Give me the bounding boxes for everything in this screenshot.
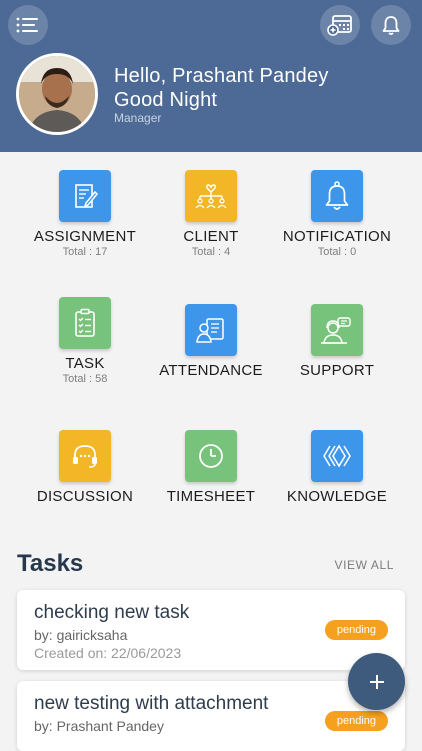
client-network-icon bbox=[195, 184, 227, 209]
task-created-date: Created on: 22/06/2023 bbox=[34, 645, 182, 661]
module-assignment[interactable]: ASSIGNMENT Total : 17 bbox=[22, 170, 148, 258]
support-agent-icon bbox=[321, 317, 351, 344]
clipboard-checklist-icon bbox=[75, 308, 95, 337]
module-knowledge[interactable]: KNOWLEDGE bbox=[274, 430, 400, 505]
tasks-section-title: Tasks bbox=[17, 550, 84, 577]
module-task[interactable]: TASK Total : 58 bbox=[22, 297, 148, 385]
greeting-text: Hello, Prashant Pandey bbox=[114, 65, 329, 87]
module-knowledge-label: KNOWLEDGE bbox=[286, 488, 388, 505]
knowledge-chevrons-icon bbox=[323, 444, 351, 468]
menu-button[interactable] bbox=[8, 5, 48, 45]
status-badge: pending bbox=[324, 620, 388, 640]
module-assignment-label: ASSIGNMENT bbox=[33, 228, 137, 245]
id-card-icon bbox=[196, 318, 224, 343]
calendar-add-icon bbox=[327, 15, 352, 36]
task-title: checking new task bbox=[34, 602, 190, 623]
document-edit-icon bbox=[75, 184, 99, 208]
task-author: by: gairicksaha bbox=[34, 627, 128, 643]
headset-icon bbox=[73, 445, 97, 468]
module-timesheet[interactable]: TIMESHEET bbox=[148, 430, 274, 505]
module-task-total: Total : 58 bbox=[62, 373, 108, 385]
module-client-total: Total : 4 bbox=[191, 246, 231, 258]
module-task-label: TASK bbox=[65, 355, 105, 372]
module-timesheet-icon-box bbox=[185, 430, 237, 482]
task-card[interactable]: checking new task by: gairicksaha Create… bbox=[17, 590, 405, 670]
status-badge: pending bbox=[324, 711, 388, 731]
module-notification-icon-box bbox=[311, 170, 363, 222]
module-client[interactable]: CLIENT Total : 4 bbox=[148, 170, 274, 258]
module-support-label: SUPPORT bbox=[299, 362, 375, 379]
module-knowledge-icon-box bbox=[311, 430, 363, 482]
module-task-icon-box bbox=[59, 297, 111, 349]
module-client-icon-box bbox=[185, 170, 237, 222]
task-author: by: Prashant Pandey bbox=[34, 718, 164, 734]
module-support-icon-box bbox=[311, 304, 363, 356]
user-photo-icon bbox=[19, 56, 95, 132]
module-client-label: CLIENT bbox=[183, 228, 239, 245]
notification-button[interactable] bbox=[371, 5, 411, 45]
role-text: Manager bbox=[114, 111, 162, 125]
header: Hello, Prashant Pandey Good Night Manage… bbox=[0, 0, 422, 152]
add-task-button[interactable] bbox=[348, 653, 405, 710]
menu-icon bbox=[16, 17, 38, 33]
view-all-link[interactable]: VIEW ALL bbox=[335, 558, 395, 572]
module-attendance[interactable]: ATTENDANCE bbox=[148, 304, 274, 379]
module-assignment-icon-box bbox=[59, 170, 111, 222]
module-discussion-label: DISCUSSION bbox=[36, 488, 134, 505]
module-notification-total: Total : 0 bbox=[317, 246, 357, 258]
module-discussion-icon-box bbox=[59, 430, 111, 482]
module-timesheet-label: TIMESHEET bbox=[166, 488, 256, 505]
bell-icon bbox=[325, 181, 349, 210]
time-greeting-text: Good Night bbox=[114, 89, 218, 111]
module-notification-label: NOTIFICATION bbox=[282, 228, 392, 245]
plus-icon bbox=[369, 674, 384, 689]
task-card[interactable]: new testing with attachment by: Prashant… bbox=[17, 681, 405, 751]
module-assignment-total: Total : 17 bbox=[62, 246, 108, 258]
module-support[interactable]: SUPPORT bbox=[274, 304, 400, 379]
bell-icon bbox=[382, 16, 400, 35]
module-discussion[interactable]: DISCUSSION bbox=[22, 430, 148, 505]
module-attendance-label: ATTENDANCE bbox=[159, 362, 263, 379]
calendar-add-button[interactable] bbox=[320, 5, 360, 45]
module-attendance-icon-box bbox=[185, 304, 237, 356]
avatar[interactable] bbox=[16, 53, 98, 135]
task-title: new testing with attachment bbox=[34, 693, 269, 714]
clock-icon bbox=[199, 444, 223, 468]
module-notification[interactable]: NOTIFICATION Total : 0 bbox=[274, 170, 400, 258]
